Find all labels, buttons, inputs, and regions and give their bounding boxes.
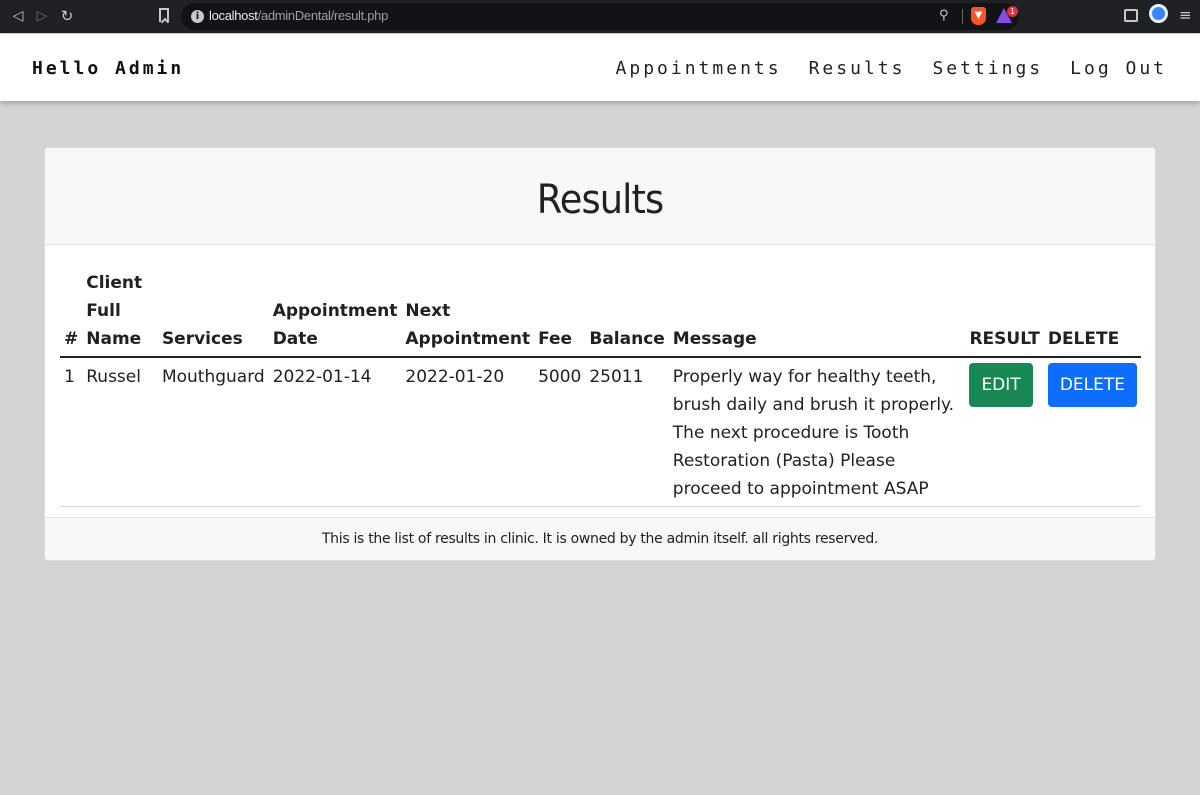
column-header-message: Message — [668, 269, 966, 358]
brave-shields-icon[interactable]: ▼ — [971, 7, 986, 25]
url-text[interactable]: localhost/adminDental/result.php — [209, 8, 388, 23]
site-info-icon[interactable]: i — [191, 10, 204, 23]
column-header-delete: DELETE — [1043, 269, 1141, 358]
nav-link-results[interactable]: Results — [809, 58, 906, 79]
reload-icon[interactable]: ↻ — [58, 7, 76, 25]
top-navbar: Hello Admin Appointments Results Setting… — [0, 34, 1200, 101]
browser-toolbar: ◁ ▷ ↻ i localhost/adminDental/result.php… — [0, 0, 1200, 33]
fee: 5000 — [534, 357, 586, 507]
brand-title: Hello Admin — [32, 58, 185, 79]
column-header-appointment-date: Appointment Date — [268, 269, 402, 358]
table-header-row: # Client Full Name Services Appointment … — [60, 269, 1141, 358]
service: Mouthguard — [157, 357, 269, 507]
message: Properly way for healthy teeth, brush da… — [668, 357, 966, 507]
table-row: 1 Russel Mouthguard 2022-01-14 2022-01-2… — [60, 357, 1141, 507]
row-number: 1 — [60, 357, 83, 507]
column-header-client: Client Full Name — [82, 269, 158, 358]
page-title: Results — [536, 177, 664, 223]
back-arrow-icon[interactable]: ◁ — [10, 7, 26, 25]
delete-button[interactable]: DELETE — [1047, 363, 1137, 407]
menu-icon[interactable]: ≡ — [1179, 6, 1192, 24]
column-header-number: # — [60, 269, 83, 358]
next-appointment: 2022-01-20 — [401, 357, 535, 507]
result-cell: EDIT — [965, 357, 1044, 507]
divider — [962, 9, 963, 24]
column-header-services: Services — [157, 269, 269, 358]
results-table: # Client Full Name Services Appointment … — [60, 269, 1141, 507]
card-body: # Client Full Name Services Appointment … — [45, 245, 1155, 518]
nav-link-settings[interactable]: Settings — [932, 58, 1043, 79]
nav-links: Appointments Results Settings Log Out — [589, 58, 1167, 79]
edit-button[interactable]: EDIT — [969, 363, 1033, 407]
profile-avatar-icon[interactable] — [1149, 4, 1168, 23]
balance: 25011 — [585, 357, 669, 507]
wallet-icon[interactable] — [1124, 9, 1138, 22]
bookmark-icon[interactable] — [159, 8, 169, 22]
column-header-next-appointment: Next Appointment — [401, 269, 535, 358]
forward-arrow-icon[interactable]: ▷ — [34, 7, 50, 25]
column-header-fee: Fee — [534, 269, 586, 358]
results-card: Results # Client Full Name Services Appo… — [44, 147, 1156, 561]
nav-link-logout[interactable]: Log Out — [1070, 58, 1167, 79]
nav-link-appointments[interactable]: Appointments — [616, 58, 782, 79]
zoom-icon[interactable]: ⚲ — [939, 8, 949, 23]
client-name: Russel — [82, 357, 158, 507]
appointment-date: 2022-01-14 — [268, 357, 402, 507]
delete-cell: DELETE — [1043, 357, 1141, 507]
card-header: Results — [45, 148, 1155, 245]
rewards-badge: 1 — [1007, 6, 1018, 17]
address-bar[interactable]: i localhost/adminDental/result.php ⚲ ▼ 1 — [181, 3, 1019, 30]
column-header-balance: Balance — [585, 269, 669, 358]
column-header-result: RESULT — [965, 269, 1044, 358]
card-footer: This is the list of results in clinic. I… — [45, 517, 1155, 560]
